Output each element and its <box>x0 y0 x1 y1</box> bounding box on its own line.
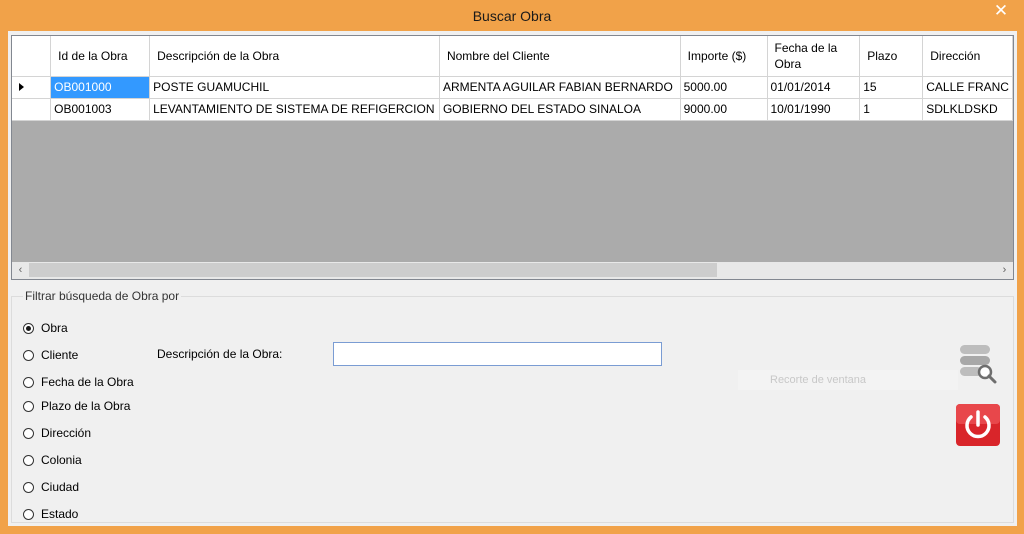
table-cell[interactable]: CALLE FRANC <box>922 76 1013 99</box>
radio-circle-icon[interactable] <box>23 454 34 466</box>
table-cell[interactable]: ARMENTA AGUILAR FABIAN BERNARDO <box>439 76 681 99</box>
client-area: Id de la Obra Descripción de la Obra Nom… <box>8 31 1017 526</box>
power-icon <box>956 404 1000 446</box>
scrollbar-thumb[interactable] <box>29 263 717 277</box>
radio-circle-icon[interactable] <box>23 349 34 361</box>
radio-label: Ciudad <box>41 480 80 494</box>
table-cell[interactable]: 10/01/1990 <box>767 98 861 121</box>
radio-label: Obra <box>41 321 68 335</box>
table-cell[interactable]: OB001003 <box>50 98 151 121</box>
search-input[interactable] <box>333 342 662 366</box>
exit-button[interactable] <box>955 403 1001 447</box>
window-snip-hint: Recorte de ventana <box>738 370 958 390</box>
table-cell[interactable]: POSTE GUAMUCHIL <box>149 76 440 99</box>
table-cell[interactable]: 01/01/2014 <box>767 76 861 99</box>
table-cell[interactable]: SDLKLDSKD <box>922 98 1013 121</box>
database-search-icon <box>960 345 997 384</box>
title-bar[interactable]: Buscar Obra ✕ <box>0 0 1024 31</box>
horizontal-scrollbar[interactable]: ‹ › <box>11 262 1014 280</box>
table-cell[interactable]: LEVANTAMIENTO DE SISTEMA DE REFIGERCION <box>149 98 440 121</box>
filter-group: Filtrar búsqueda de Obra por Obra Client… <box>11 289 1014 523</box>
radio-label: Dirección <box>41 426 92 440</box>
radio-circle-icon[interactable] <box>23 376 34 388</box>
radio-ciudad[interactable]: Ciudad <box>23 480 79 494</box>
row-header-corner <box>12 36 52 77</box>
radio-direccion[interactable]: Dirección <box>23 426 91 440</box>
column-header-fecha[interactable]: Fecha de la Obra <box>767 36 861 77</box>
row-arrow-icon <box>19 83 24 91</box>
column-header-direccion[interactable]: Dirección <box>922 36 1013 77</box>
column-header-id[interactable]: Id de la Obra <box>50 36 151 77</box>
table-row[interactable]: OB001003 LEVANTAMIENTO DE SISTEMA DE REF… <box>12 98 1013 121</box>
table-row[interactable]: OB001000 POSTE GUAMUCHIL ARMENTA AGUILAR… <box>12 76 1013 99</box>
radio-label: Estado <box>41 507 79 521</box>
radio-circle-icon[interactable] <box>23 427 34 439</box>
radio-plazo[interactable]: Plazo de la Obra <box>23 399 130 413</box>
radio-checked-icon[interactable] <box>23 322 34 334</box>
table-cell[interactable]: 1 <box>859 98 924 121</box>
search-button[interactable] <box>956 343 998 385</box>
window-title: Buscar Obra <box>472 8 552 24</box>
radio-circle-icon[interactable] <box>23 400 34 412</box>
radio-label: Fecha de la Obra <box>41 375 134 389</box>
header-row: Id de la Obra Descripción de la Obra Nom… <box>12 36 1013 77</box>
table-cell[interactable]: 9000.00 <box>680 98 768 121</box>
column-header-plazo[interactable]: Plazo <box>859 36 924 77</box>
filter-group-title: Filtrar búsqueda de Obra por <box>23 289 182 303</box>
results-table: Id de la Obra Descripción de la Obra Nom… <box>12 36 1013 121</box>
radio-label: Colonia <box>41 453 82 467</box>
table-cell[interactable]: OB001000 <box>50 76 151 99</box>
radio-obra[interactable]: Obra <box>23 321 68 335</box>
search-field-label: Descripción de la Obra: <box>157 347 283 361</box>
results-grid[interactable]: Id de la Obra Descripción de la Obra Nom… <box>11 35 1014 280</box>
app-window: Buscar Obra ✕ Id de la Obra Descripción … <box>0 0 1024 534</box>
column-header-descripcion[interactable]: Descripción de la Obra <box>149 36 440 77</box>
row-selector[interactable] <box>12 98 52 121</box>
table-cell[interactable]: 15 <box>859 76 924 99</box>
radio-label: Plazo de la Obra <box>41 399 131 413</box>
table-cell[interactable]: 5000.00 <box>680 76 768 99</box>
radio-cliente[interactable]: Cliente <box>23 348 78 362</box>
close-button[interactable]: ✕ <box>984 1 1018 22</box>
row-selector[interactable] <box>12 76 52 99</box>
radio-circle-icon[interactable] <box>23 481 34 493</box>
radio-colonia[interactable]: Colonia <box>23 453 82 467</box>
radio-estado[interactable]: Estado <box>23 507 78 521</box>
table-cell[interactable]: GOBIERNO DEL ESTADO SINALOA <box>439 98 681 121</box>
scroll-left-icon[interactable]: ‹ <box>12 262 29 279</box>
radio-fecha[interactable]: Fecha de la Obra <box>23 375 134 389</box>
scroll-right-icon[interactable]: › <box>996 262 1013 279</box>
column-header-importe[interactable]: Importe ($) <box>680 36 768 77</box>
radio-label: Cliente <box>41 348 79 362</box>
radio-circle-icon[interactable] <box>23 508 34 520</box>
column-header-cliente[interactable]: Nombre del Cliente <box>439 36 681 77</box>
